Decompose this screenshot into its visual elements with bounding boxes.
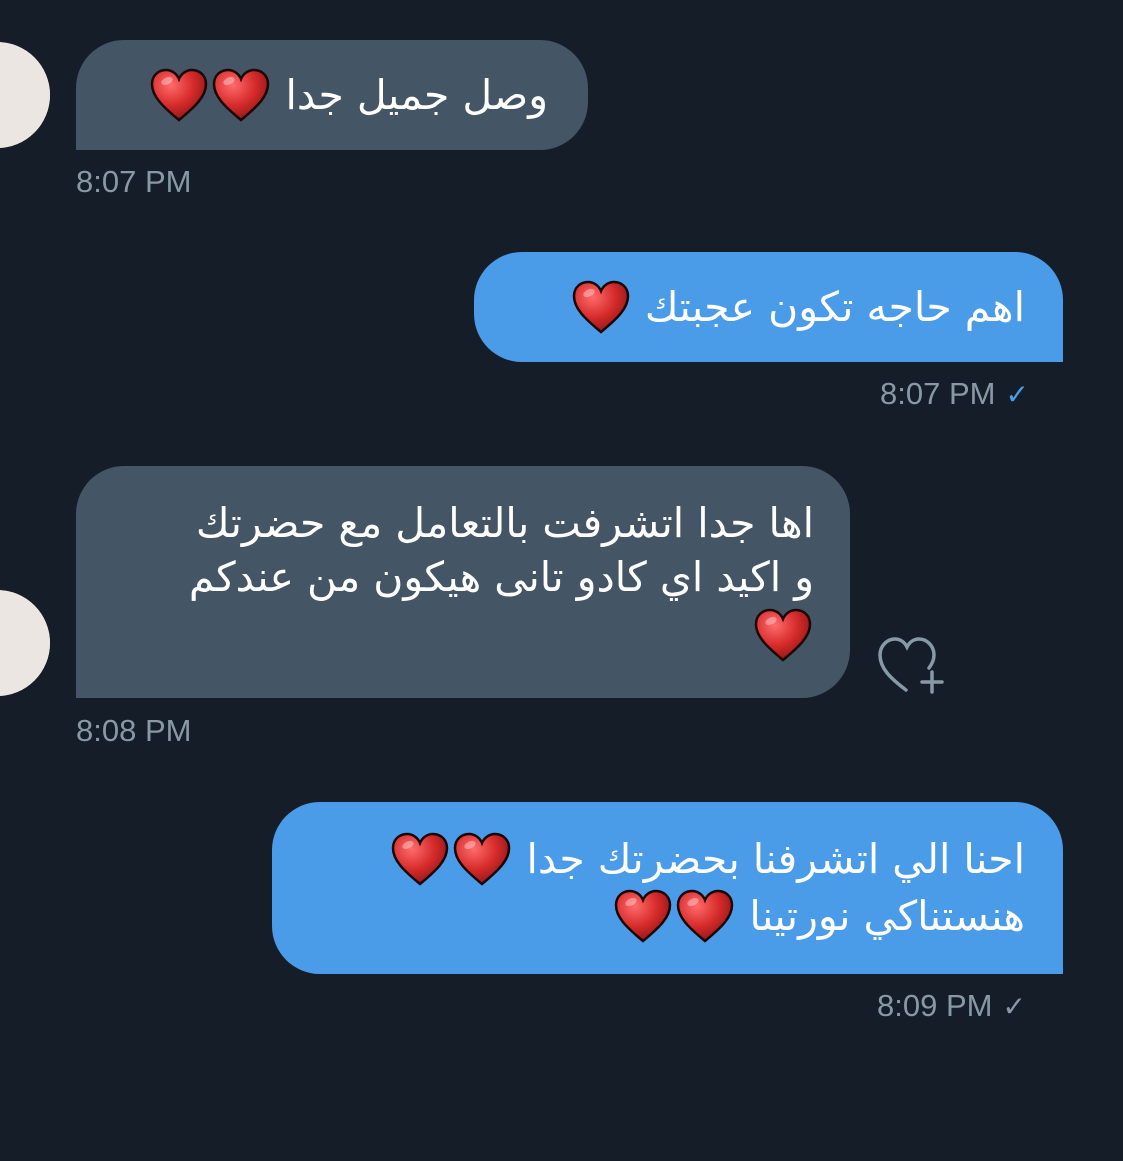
contact-avatar[interactable] [0,590,50,696]
message-timestamp: 8:07 PM [880,376,996,411]
message-timestamp: 8:07 PM [76,164,192,199]
sent-check-icon: ✓ [1002,991,1026,1022]
message-bubble-incoming[interactable]: اها جدا اتشرفت بالتعامل مع حضرتك و اكيد … [76,466,850,698]
message-timestamp: 8:09 PM [877,988,993,1023]
message-text-line: و اكيد اي كادو تانى هيكون من عندكم [188,553,814,601]
red-heart-emoji [572,280,630,334]
red-heart-emoji [150,68,208,122]
message-text: وصل جميل جدا [116,68,548,125]
message-timestamp-row: 8:07 PM ✓ [880,376,1029,412]
message-bubble-outgoing[interactable]: اهم حاجه تكون عجبتك [474,252,1063,362]
message-text-line: هنستناكي نورتينا [312,889,1025,946]
message-timestamp: 8:08 PM [76,713,192,748]
message-bubble-outgoing[interactable]: احنا الي اتشرفنا بحضرتك جدا هنستناكي نور… [272,802,1063,974]
red-heart-emoji [391,832,449,886]
message-bubble-incoming[interactable]: وصل جميل جدا [76,40,588,150]
avatar-image [0,42,50,148]
read-check-icon: ✓ [1005,379,1029,410]
message-timestamp-row: 8:09 PM ✓ [877,988,1026,1024]
red-heart-emoji [453,832,511,886]
red-heart-emoji [212,68,270,122]
red-heart-emoji [614,889,672,943]
message-text-line: اها جدا اتشرفت بالتعامل مع حضرتك [195,499,814,547]
message-text: اهم حاجه تكون عجبتك [514,280,1025,337]
add-reaction-heart-icon[interactable] [876,632,948,696]
message-emoji-line [116,608,814,665]
message-text-line: احنا الي اتشرفنا بحضرتك جدا [312,832,1025,889]
red-heart-emoji [754,608,812,662]
avatar-image [0,590,50,696]
red-heart-emoji [676,889,734,943]
contact-avatar[interactable] [0,42,50,148]
